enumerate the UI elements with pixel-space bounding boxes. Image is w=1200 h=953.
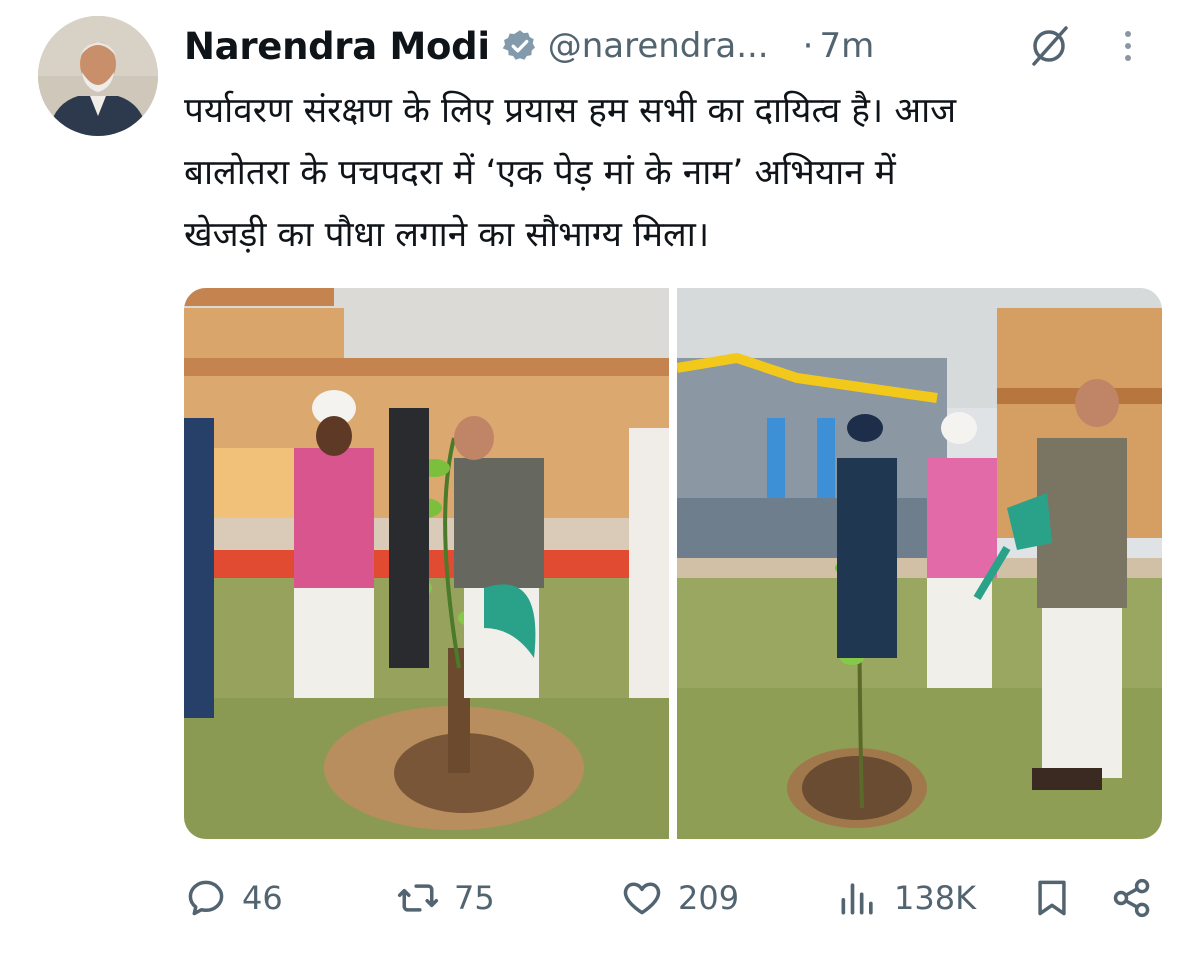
- tweet-photo-right[interactable]: [677, 288, 1162, 839]
- avatar-image: [38, 16, 158, 136]
- tweet-text: पर्यावरण संरक्षण के लिए प्रयास हम सभी का…: [184, 91, 957, 255]
- share-button[interactable]: [1110, 868, 1168, 928]
- views-count: 138K: [894, 879, 977, 917]
- author-handle[interactable]: @narendra...: [548, 26, 769, 66]
- tweet-media[interactable]: [184, 288, 1162, 839]
- author-name[interactable]: Narendra Modi: [184, 25, 490, 68]
- views-icon: [841, 883, 873, 915]
- grok-icon[interactable]: [1026, 22, 1074, 70]
- tweet-action-bar: 46 75 209 138K: [184, 868, 1164, 928]
- repost-button[interactable]: 75: [396, 868, 495, 928]
- bookmark-button[interactable]: [1030, 868, 1088, 928]
- verified-badge-icon: [502, 30, 535, 60]
- views-button[interactable]: 138K: [836, 868, 976, 928]
- reply-icon: [188, 880, 224, 916]
- tweet-timestamp[interactable]: 7m: [819, 26, 874, 66]
- photo-tree-planting-left: [184, 288, 669, 839]
- like-icon: [623, 882, 661, 915]
- author-avatar[interactable]: [38, 16, 158, 136]
- repost-icon: [397, 884, 439, 912]
- photo-tree-planting-right: [677, 288, 1162, 839]
- more-vertical-icon[interactable]: [1119, 26, 1137, 66]
- tweet-photo-left[interactable]: [184, 288, 669, 839]
- share-icon: [1113, 878, 1150, 918]
- separator-dot: ·: [802, 26, 814, 66]
- like-count: 209: [678, 879, 740, 917]
- reply-count: 46: [242, 879, 283, 917]
- reply-button[interactable]: 46: [184, 868, 283, 928]
- tweet-header: Narendra Modi @narendra... · 7m: [184, 18, 1170, 74]
- like-button[interactable]: 209: [620, 868, 739, 928]
- repost-count: 75: [454, 879, 495, 917]
- bookmark-icon: [1038, 880, 1066, 916]
